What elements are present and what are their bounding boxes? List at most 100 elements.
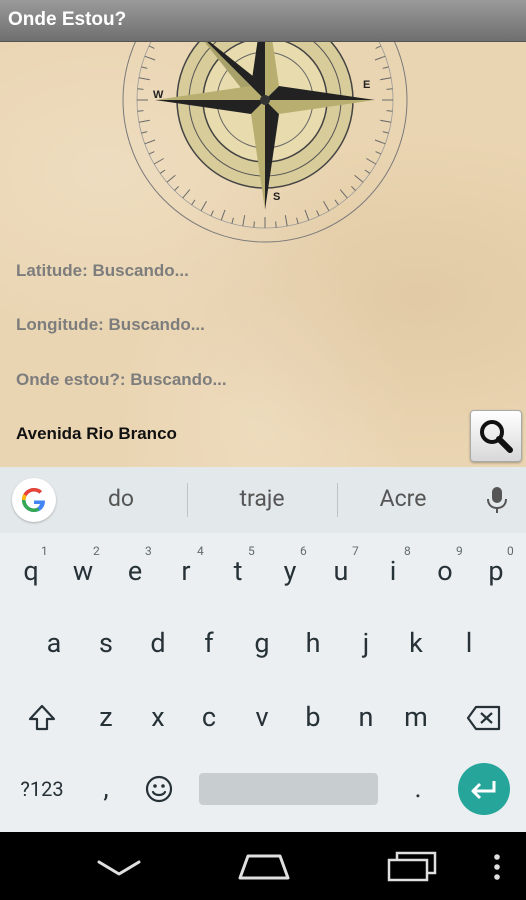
compass-tick <box>253 221 255 228</box>
compass-tick <box>334 199 339 206</box>
key-comma[interactable]: , <box>86 772 126 804</box>
compass-tick <box>141 66 148 69</box>
compass-tick <box>141 131 148 134</box>
key-m[interactable]: m <box>396 701 436 733</box>
compass-east-label: E <box>363 79 370 91</box>
key-d[interactable]: d <box>138 627 178 659</box>
key-p-hint: 0 <box>507 544 514 558</box>
compass-tick <box>210 210 214 217</box>
key-z[interactable]: z <box>86 701 126 733</box>
key-x[interactable]: x <box>138 701 178 733</box>
compass-tick <box>231 217 234 224</box>
longitude-label: Longitude: Buscando... <box>16 315 205 334</box>
location-label: Onde estou?: Buscando... <box>16 370 227 389</box>
key-a[interactable]: a <box>34 627 74 659</box>
compass-tick <box>386 88 393 90</box>
key-i[interactable]: i <box>373 555 413 587</box>
compass-tick <box>380 119 392 123</box>
key-c[interactable]: c <box>189 701 229 733</box>
key-o[interactable]: o <box>425 555 465 587</box>
key-r-hint: 4 <box>197 544 204 558</box>
key-g[interactable]: g <box>242 627 282 659</box>
key-y[interactable]: y <box>270 555 310 587</box>
compass-tick <box>200 201 207 212</box>
key-symbols[interactable]: ?123 <box>12 777 72 801</box>
key-b[interactable]: b <box>293 701 333 733</box>
spacebar[interactable] <box>199 773 378 805</box>
key-t[interactable]: t <box>218 555 258 587</box>
nav-home-icon[interactable] <box>236 850 292 882</box>
key-o-hint: 9 <box>456 544 463 558</box>
compass-tick <box>182 189 191 199</box>
compass-tick <box>364 169 371 174</box>
compass-tick <box>380 77 392 81</box>
compass-tick <box>275 221 277 228</box>
suggestion-2[interactable]: traje <box>192 485 332 512</box>
compass-tick <box>339 189 348 199</box>
compass-tick <box>375 45 382 49</box>
nav-menu-icon[interactable] <box>490 852 504 882</box>
compass-tick <box>316 210 320 217</box>
enter-button[interactable] <box>458 763 510 815</box>
key-y-hint: 6 <box>300 544 307 558</box>
google-logo-icon[interactable] <box>12 478 56 522</box>
key-t-hint: 5 <box>248 544 255 558</box>
key-r[interactable]: r <box>166 555 206 587</box>
compass-tick <box>242 215 246 227</box>
compass-tick <box>174 185 180 191</box>
key-v[interactable]: v <box>242 701 282 733</box>
address-input[interactable]: Avenida Rio Branco <box>16 424 177 444</box>
key-e-hint: 3 <box>145 544 152 558</box>
compass-tick <box>366 158 377 165</box>
compass-tick <box>166 174 176 183</box>
emoji-icon[interactable] <box>144 774 174 804</box>
mic-icon[interactable] <box>484 485 510 515</box>
key-j[interactable]: j <box>346 627 386 659</box>
compass-tick <box>191 199 196 206</box>
key-u-hint: 7 <box>352 544 359 558</box>
latitude-label: Latitude: Buscando... <box>16 261 189 280</box>
search-button[interactable] <box>470 410 522 462</box>
key-s[interactable]: s <box>86 627 126 659</box>
compass-tick <box>148 151 155 155</box>
key-f[interactable]: f <box>189 627 229 659</box>
nav-back-icon[interactable] <box>96 858 142 878</box>
compass-tick <box>144 139 156 145</box>
compass-tick <box>138 77 150 81</box>
shift-icon[interactable] <box>27 703 57 733</box>
compass-tick <box>153 158 164 165</box>
app-title: Onde Estou? <box>8 9 127 30</box>
key-period[interactable]: . <box>398 772 438 804</box>
compass-tick <box>323 201 330 212</box>
key-n[interactable]: n <box>346 701 386 733</box>
compass-tick <box>350 185 356 191</box>
compass-tick <box>148 45 155 49</box>
search-icon <box>480 420 513 453</box>
key-w[interactable]: w <box>63 555 103 587</box>
compass-tick <box>138 119 150 123</box>
nav-recents-icon[interactable] <box>385 850 439 884</box>
compass-tick <box>159 169 166 174</box>
suggestion-bar: do traje Acre <box>0 467 526 533</box>
suggestion-3[interactable]: Acre <box>333 485 473 512</box>
key-i-hint: 8 <box>404 544 411 558</box>
suggestion-divider <box>187 483 188 517</box>
compass-tick <box>137 110 144 112</box>
compass-west-label: W <box>153 89 164 101</box>
key-h[interactable]: h <box>293 627 333 659</box>
key-k[interactable]: k <box>396 627 436 659</box>
compass-tick <box>382 131 389 134</box>
key-e[interactable]: e <box>115 555 155 587</box>
key-q-hint: 1 <box>41 544 48 558</box>
compass-rose-icon: S E W <box>122 42 408 243</box>
key-l[interactable]: l <box>449 627 489 659</box>
suggestion-1[interactable]: do <box>51 485 191 512</box>
key-w-hint: 2 <box>93 544 100 558</box>
key-q[interactable]: q <box>11 555 51 587</box>
compass-tick <box>374 55 386 61</box>
key-u[interactable]: u <box>321 555 361 587</box>
key-p[interactable]: p <box>476 555 516 587</box>
soft-keyboard: do traje Acre q 1 w 2 e 3 r 4 t 5 y 6 u … <box>0 467 526 832</box>
backspace-icon[interactable] <box>466 705 502 731</box>
compass-south-label: S <box>273 191 280 203</box>
